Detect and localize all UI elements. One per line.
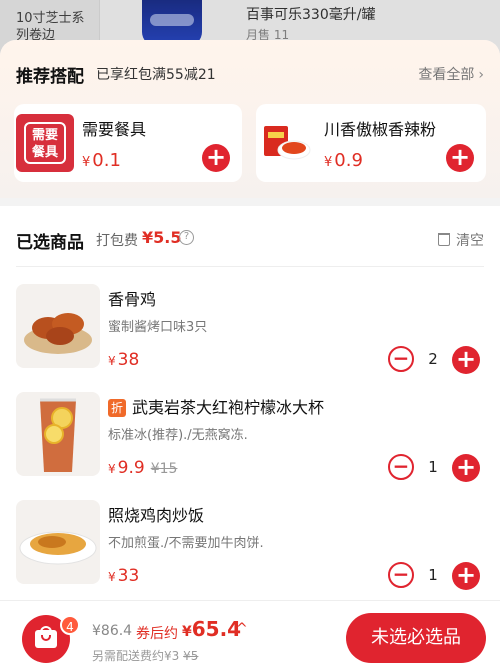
checkout-button[interactable]: 未选必选品: [346, 613, 486, 663]
checkout-bar: 4 ¥86.4 券后约 ¥65.4 ^ 另需配送费约¥3 ¥5 未选必选品: [0, 600, 500, 672]
item-price: ¥9.9 ¥15: [108, 458, 177, 478]
currency-symbol: ¥: [182, 624, 192, 640]
increase-button[interactable]: +: [452, 454, 480, 482]
recommend-section: 推荐搭配 已享红包满55减21 查看全部 › 需要餐具 需要餐具 ¥0.1 + 川…: [0, 40, 500, 198]
final-total[interactable]: ¥65.4: [182, 617, 241, 641]
item-price-value: 38: [117, 350, 140, 370]
cart-sheet: 推荐搭配 已享红包满55减21 查看全部 › 需要餐具 需要餐具 ¥0.1 + 川…: [0, 40, 500, 600]
recommend-name: 川香傲椒香辣粉: [324, 120, 437, 139]
tea-image: [16, 392, 100, 476]
currency-symbol: ¥: [108, 354, 116, 368]
increase-button[interactable]: +: [452, 346, 480, 374]
item-name-text: 武夷岩茶大红袍柠檬冰大杯: [132, 398, 325, 417]
cart-title: 已选商品: [16, 233, 84, 253]
quantity-value: 1: [428, 566, 438, 584]
add-button[interactable]: +: [446, 144, 474, 172]
recommend-price-value: 0.9: [334, 150, 363, 171]
tableware-thumb-text: 需要餐具: [24, 122, 66, 164]
coupon-label: 券后约: [136, 626, 178, 642]
fried-rice-illustration: [19, 531, 97, 565]
clear-cart-button[interactable]: 清空: [438, 230, 484, 250]
recommend-name: 需要餐具: [82, 120, 147, 139]
final-total-value: 65.4: [191, 617, 242, 641]
pack-fee-label: 打包费: [96, 233, 138, 249]
original-price: ¥15: [150, 461, 178, 477]
recommend-header: 推荐搭配 已享红包满55减21 查看全部 ›: [16, 62, 484, 87]
decrease-button[interactable]: −: [388, 562, 414, 588]
recommend-price: ¥0.9: [324, 150, 363, 171]
quantity-value: 1: [428, 458, 438, 476]
tableware-image: 需要餐具: [16, 114, 74, 172]
item-name: 香骨鸡: [108, 290, 157, 309]
currency-symbol: ¥: [82, 155, 91, 170]
add-button[interactable]: +: [202, 144, 230, 172]
pack-fee-value: ¥5.5: [142, 228, 182, 247]
cart-item: 折武夷岩茶大红袍柠檬冰大杯 标准冰(推荐)./无燕窝冻. ¥9.9 ¥15 − 1…: [0, 392, 500, 492]
cart-item: 照烧鸡肉炒饭 不加煎蛋./不需要加牛肉饼. ¥33 − 1 +: [0, 500, 500, 600]
item-name: 照烧鸡肉炒饭: [108, 506, 205, 525]
currency-symbol: ¥: [108, 462, 116, 476]
recommend-price-value: 0.1: [92, 150, 121, 171]
delivery-original: ¥5: [183, 649, 199, 663]
recommend-price: ¥0.1: [82, 150, 121, 171]
chevron-right-icon: ›: [478, 67, 484, 83]
chicken-image: [16, 284, 100, 368]
tea-illustration: [40, 398, 76, 472]
original-total: ¥86.4: [92, 623, 133, 639]
cart-item: 香骨鸡 蜜制酱烤口味3只 ¥38 − 2 +: [0, 284, 500, 384]
currency-symbol: ¥: [324, 155, 333, 170]
clear-label: 清空: [456, 233, 484, 249]
item-name: 折武夷岩茶大红袍柠檬冰大杯: [108, 394, 324, 418]
view-all-label: 查看全部: [418, 67, 475, 83]
recommend-card[interactable]: 川香傲椒香辣粉 ¥0.9 +: [256, 104, 486, 182]
increase-button[interactable]: +: [452, 562, 480, 590]
chevron-up-icon[interactable]: ^: [236, 621, 248, 637]
quantity-value: 2: [428, 350, 438, 368]
decrease-button[interactable]: −: [388, 346, 414, 372]
item-price: ¥38: [108, 350, 139, 370]
item-price-value: 33: [117, 566, 140, 586]
trash-icon: [438, 233, 450, 246]
item-desc: 蜜制酱烤口味3只: [108, 320, 208, 335]
cart-count-badge: 4: [60, 615, 80, 635]
discount-tag: 折: [108, 399, 126, 417]
chicken-illustration: [24, 313, 92, 354]
delivery-fee: 另需配送费约¥3 ¥5: [92, 647, 198, 664]
recommend-card[interactable]: 需要餐具 需要餐具 ¥0.1 +: [14, 104, 242, 182]
item-price-value: 9.9: [117, 458, 145, 478]
promo-text: 已享红包满55减21: [96, 67, 216, 83]
spice-powder-illustration: [264, 126, 311, 160]
item-desc: 不加煎蛋./不需要加牛肉饼.: [108, 536, 264, 551]
currency-symbol: ¥: [108, 570, 116, 584]
fried-rice-image: [16, 500, 100, 584]
item-desc: 标准冰(推荐)./无燕窝冻.: [108, 428, 248, 443]
decrease-button[interactable]: −: [388, 454, 414, 480]
delivery-label: 另需配送费约¥3: [92, 649, 180, 663]
help-icon[interactable]: ?: [179, 230, 194, 245]
view-all-link[interactable]: 查看全部 ›: [418, 64, 484, 84]
spice-powder-image: [258, 114, 316, 172]
cart-header: 已选商品 打包费 ¥5.5 ? 清空: [16, 228, 484, 253]
divider: [16, 266, 484, 267]
selected-items-section: 已选商品 打包费 ¥5.5 ? 清空 香骨鸡 蜜制酱烤口味3只 ¥38 − 2 …: [0, 206, 500, 600]
item-price: ¥33: [108, 566, 139, 586]
recommend-title: 推荐搭配: [16, 67, 84, 87]
